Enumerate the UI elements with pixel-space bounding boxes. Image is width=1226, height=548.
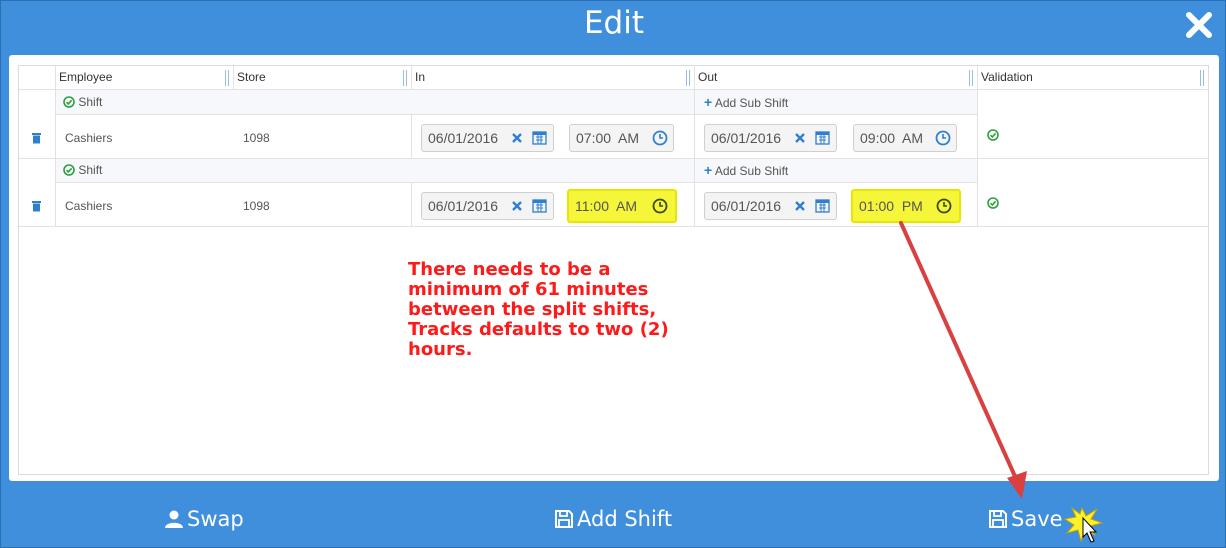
column-header-store[interactable]: Store [233, 66, 411, 90]
edit-dialog: Edit Employee Store In Out Validation Sh… [0, 0, 1226, 548]
in-time-field[interactable]: 07:00 AM [569, 124, 674, 152]
clock-icon[interactable] [652, 130, 668, 146]
delete-button[interactable] [31, 199, 42, 217]
check-circle-icon [63, 96, 75, 108]
column-header-label: In [415, 70, 426, 84]
close-button[interactable] [1183, 9, 1215, 41]
delete-button[interactable] [31, 131, 42, 149]
header-spacer [19, 66, 55, 90]
column-divider [411, 114, 412, 158]
column-resize-handle[interactable] [225, 70, 229, 86]
column-resize-handle[interactable] [969, 70, 973, 86]
clear-date-icon[interactable] [794, 131, 806, 145]
column-header-out[interactable]: Out [694, 66, 977, 90]
calendar-icon[interactable] [532, 130, 547, 145]
floppy-disk-icon [989, 510, 1007, 528]
trash-icon [32, 133, 41, 144]
out-time-value: 09:00 AM [860, 130, 924, 146]
column-header-label: Validation [981, 70, 1033, 84]
shift-toggle[interactable]: Shift [63, 158, 102, 182]
column-header-in[interactable]: In [411, 66, 694, 90]
shift-label: Shift [78, 163, 103, 177]
shift-subheader-row [55, 90, 977, 114]
clear-date-icon[interactable] [794, 199, 806, 213]
store-cell: 1098 [243, 199, 270, 213]
plus-icon: + [704, 162, 713, 178]
shift-label: Shift [78, 95, 103, 109]
employee-cell: Cashiers [65, 199, 113, 213]
column-resize-handle[interactable] [686, 70, 690, 86]
column-header-label: Out [698, 70, 718, 84]
column-header-validation[interactable]: Validation [977, 66, 1208, 90]
add-shift-button[interactable]: Add Shift [554, 507, 672, 531]
in-date-field[interactable]: 06/01/2016 [421, 192, 554, 220]
out-time-field[interactable]: 01:00 PM [851, 189, 961, 223]
in-date-field[interactable]: 06/01/2016 [421, 124, 554, 152]
clock-icon[interactable] [936, 198, 952, 214]
column-header-label: Store [237, 70, 266, 84]
shift-toggle[interactable]: Shift [63, 90, 102, 114]
out-date-value: 06/01/2016 [711, 198, 782, 214]
column-divider [55, 66, 56, 226]
out-time-value: 01:00 PM [859, 198, 923, 214]
in-time-value: 07:00 AM [576, 130, 640, 146]
calendar-icon[interactable] [532, 198, 547, 213]
validation-check-icon [987, 129, 999, 141]
footer-toolbar: Swap Add Shift Save [1, 483, 1226, 548]
out-date-field[interactable]: 06/01/2016 [704, 192, 837, 220]
plus-icon: + [704, 94, 713, 110]
add-sub-shift-label: Add Sub Shift [714, 96, 789, 110]
add-sub-shift-label: Add Sub Shift [714, 164, 789, 178]
column-divider [977, 66, 978, 226]
clock-icon[interactable] [652, 198, 668, 214]
out-date-field[interactable]: 06/01/2016 [704, 124, 837, 152]
swap-button[interactable]: Swap [164, 507, 244, 531]
check-circle-icon [63, 164, 75, 176]
out-time-field[interactable]: 09:00 AM [853, 124, 957, 152]
validation-check-icon [987, 197, 999, 209]
dialog-title: Edit [583, 5, 645, 41]
column-divider [411, 182, 412, 226]
row-divider [55, 182, 977, 183]
in-time-value: 11:00 AM [575, 198, 638, 214]
add-shift-label: Add Shift [577, 507, 673, 531]
row-divider [19, 226, 1208, 227]
save-button[interactable]: Save [988, 507, 1063, 531]
shift-subheader-row [55, 158, 977, 182]
clear-date-icon[interactable] [511, 199, 523, 213]
column-header-label: Employee [59, 70, 113, 84]
column-resize-handle[interactable] [403, 70, 407, 86]
trash-icon [32, 201, 41, 212]
column-resize-handle[interactable] [1200, 70, 1204, 86]
column-divider [694, 66, 695, 226]
annotation-note: There needs to be a minimum of 61 minute… [408, 259, 669, 360]
title-bar: Edit [1, 1, 1226, 51]
store-cell: 1098 [243, 131, 270, 145]
column-header-employee[interactable]: Employee [55, 66, 233, 90]
column-divider [233, 66, 234, 90]
add-sub-shift-link[interactable]: + Add Sub Shift [704, 90, 788, 115]
row-divider [19, 158, 1208, 159]
row-divider [55, 114, 977, 115]
employee-cell: Cashiers [65, 131, 113, 145]
clear-date-icon[interactable] [511, 131, 523, 145]
save-label: Save [1011, 507, 1063, 531]
in-date-value: 06/01/2016 [428, 198, 499, 214]
user-icon [165, 510, 183, 528]
add-sub-shift-link[interactable]: + Add Sub Shift [704, 158, 788, 183]
clock-icon[interactable] [935, 130, 951, 146]
calendar-icon[interactable] [815, 130, 830, 145]
calendar-icon[interactable] [815, 198, 830, 213]
column-divider [411, 66, 412, 90]
swap-label: Swap [187, 507, 244, 531]
floppy-disk-icon [555, 510, 573, 528]
in-date-value: 06/01/2016 [428, 130, 499, 146]
in-time-field[interactable]: 11:00 AM [567, 189, 677, 223]
out-date-value: 06/01/2016 [711, 130, 782, 146]
close-icon [1186, 12, 1212, 38]
